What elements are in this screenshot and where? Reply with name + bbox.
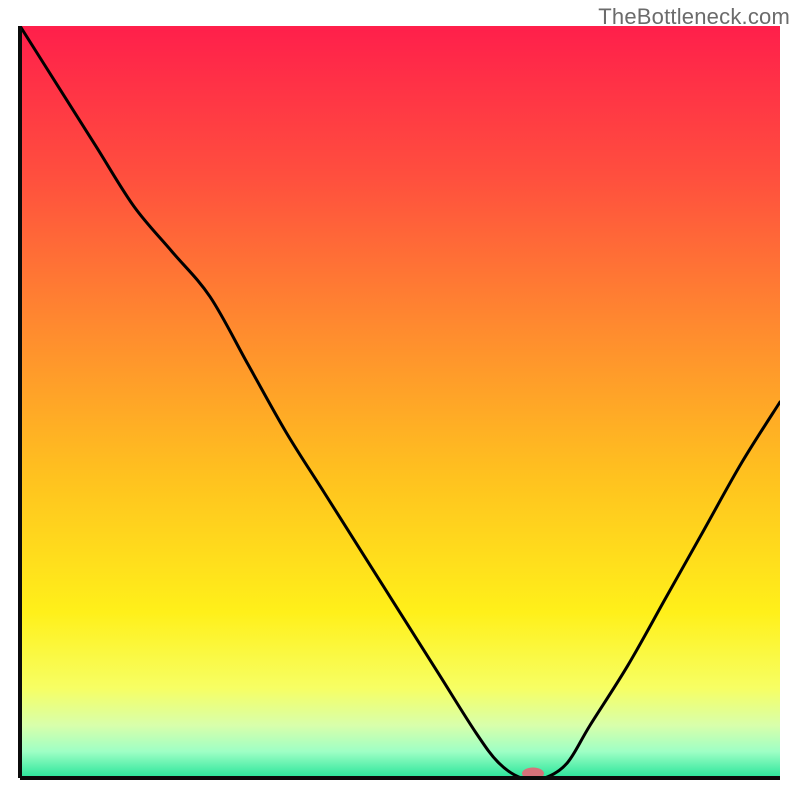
plot-background <box>20 26 780 778</box>
chart-container: TheBottleneck.com <box>0 0 800 800</box>
bottleneck-chart <box>0 0 800 800</box>
